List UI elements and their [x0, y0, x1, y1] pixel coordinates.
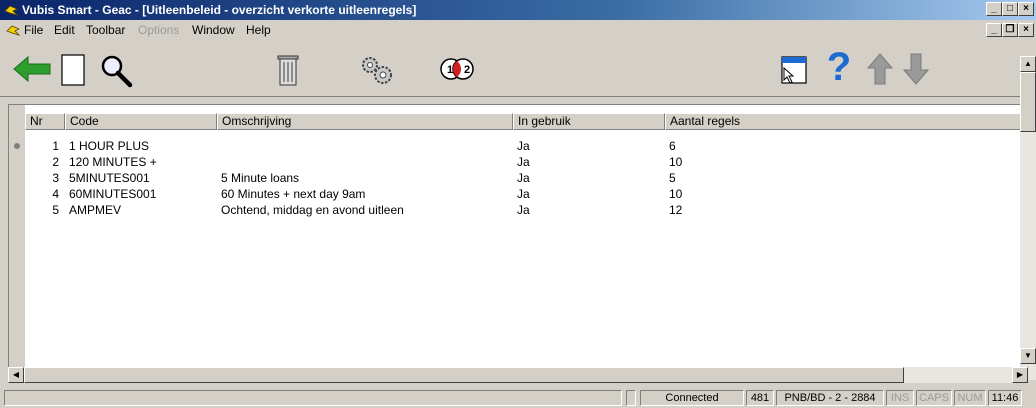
column-header-aantal-regels[interactable]: Aantal regels [665, 113, 1021, 130]
cell-in-gebruik: Ja [517, 139, 530, 153]
clock: 11:46 [988, 390, 1022, 406]
current-row-marker [14, 143, 20, 149]
toolbar: 1 2 ? [0, 40, 1036, 97]
cell-in-gebruik: Ja [517, 203, 530, 217]
document-window-icon [6, 25, 20, 36]
maximize-button[interactable]: □ [1002, 2, 1018, 16]
menu-help[interactable]: Help [246, 20, 271, 40]
search-icon[interactable] [98, 52, 134, 88]
cell-code: 60MINUTES001 [69, 187, 157, 201]
column-header-nr[interactable]: Nr [25, 113, 65, 130]
status-message-pane [4, 390, 622, 406]
vertical-scrollbar[interactable]: ▲ ▼ [1020, 56, 1036, 380]
table-row[interactable]: 3 5MINUTES001 5 Minute loans Ja 5 [25, 170, 1005, 186]
cell-in-gebruik: Ja [517, 171, 530, 185]
ins-indicator: INS [886, 390, 914, 406]
cell-aantal-regels: 12 [669, 203, 683, 217]
column-header-code[interactable]: Code [65, 113, 217, 130]
title-bar: Vubis Smart - Geac - [Uitleenbeleid - ov… [0, 0, 1036, 20]
menu-bar: File Edit Toolbar Options Window Help _ … [0, 20, 1036, 40]
scroll-right-button[interactable]: ▶ [1012, 367, 1028, 383]
menu-file[interactable]: File [24, 20, 43, 40]
caps-indicator: CAPS [916, 390, 952, 406]
cell-aantal-regels: 6 [669, 139, 676, 153]
scroll-down-button[interactable]: ▼ [1020, 348, 1036, 364]
down-arrow-icon[interactable] [902, 52, 930, 86]
table-row[interactable]: 1 1 HOUR PLUS Ja 6 [25, 138, 1005, 154]
close-button[interactable]: × [1018, 2, 1034, 16]
column-header-in-gebruik[interactable]: In gebruik [513, 113, 665, 130]
new-document-icon[interactable] [60, 53, 86, 87]
cell-omschrijving: 5 Minute loans [221, 171, 300, 185]
cell-in-gebruik: Ja [517, 187, 530, 201]
connection-status: Connected [640, 390, 744, 406]
gears-icon[interactable] [358, 54, 396, 86]
record-count: 481 [746, 390, 774, 406]
table-row[interactable]: 4 60MINUTES001 60 Minutes + next day 9am… [25, 186, 1005, 202]
cell-nr: 4 [52, 187, 59, 201]
cell-omschrijving: Ochtend, middag en avond uitleen [221, 203, 404, 217]
cell-nr: 2 [52, 155, 59, 169]
horizontal-scrollbar[interactable]: ◀ ▶ [8, 367, 1028, 383]
menu-toolbar[interactable]: Toolbar [86, 20, 125, 40]
horizontal-scroll-thumb[interactable] [24, 367, 904, 383]
status-divider-pane [626, 390, 636, 406]
cell-code: 120 MINUTES + [69, 155, 157, 169]
up-arrow-icon[interactable] [866, 52, 894, 86]
svg-text:1: 1 [447, 64, 453, 76]
app-logo-icon [4, 5, 18, 16]
back-arrow-icon[interactable] [12, 54, 52, 84]
one-two-icon[interactable]: 1 2 [438, 56, 476, 82]
cell-code: 5MINUTES001 [69, 171, 150, 185]
cell-aantal-regels: 5 [669, 171, 676, 185]
cell-aantal-regels: 10 [669, 155, 683, 169]
menu-edit[interactable]: Edit [54, 20, 75, 40]
cell-nr: 3 [52, 171, 59, 185]
cell-nr: 5 [52, 203, 59, 217]
child-minimize-button[interactable]: _ [986, 23, 1002, 37]
child-close-button[interactable]: × [1018, 23, 1034, 37]
status-bar: Connected 481 PNB/BD - 2 - 2884 INS CAPS… [0, 388, 1036, 408]
window-title: Vubis Smart - Geac - [Uitleenbeleid - ov… [22, 3, 417, 17]
form-pointer-icon[interactable] [780, 54, 810, 86]
cell-in-gebruik: Ja [517, 155, 530, 169]
scroll-left-button[interactable]: ◀ [8, 367, 24, 383]
minimize-button[interactable]: _ [986, 2, 1002, 16]
svg-text:2: 2 [464, 64, 470, 76]
child-restore-button[interactable]: ❐ [1002, 23, 1018, 37]
trash-icon[interactable] [276, 52, 300, 88]
rules-list: Nr Code Omschrijving In gebruik Aantal r… [8, 104, 1022, 368]
cell-aantal-regels: 10 [669, 187, 683, 201]
cell-code: 1 HOUR PLUS [69, 139, 150, 153]
table-row[interactable]: 2 120 MINUTES + Ja 10 [25, 154, 1005, 170]
num-indicator: NUM [954, 390, 986, 406]
cell-code: AMPMEV [69, 203, 122, 217]
help-question-icon[interactable]: ? [826, 44, 852, 90]
table-row[interactable]: 5 AMPMEV Ochtend, middag en avond uitlee… [25, 202, 1005, 218]
scroll-up-button[interactable]: ▲ [1020, 56, 1036, 72]
vertical-scroll-thumb[interactable] [1020, 72, 1036, 132]
column-header-omschrijving[interactable]: Omschrijving [217, 113, 513, 130]
menu-window[interactable]: Window [192, 20, 235, 40]
location-status: PNB/BD - 2 - 2884 [776, 390, 884, 406]
cell-nr: 1 [52, 139, 59, 153]
cell-omschrijving: 60 Minutes + next day 9am [221, 187, 366, 201]
menu-options: Options [138, 23, 180, 37]
